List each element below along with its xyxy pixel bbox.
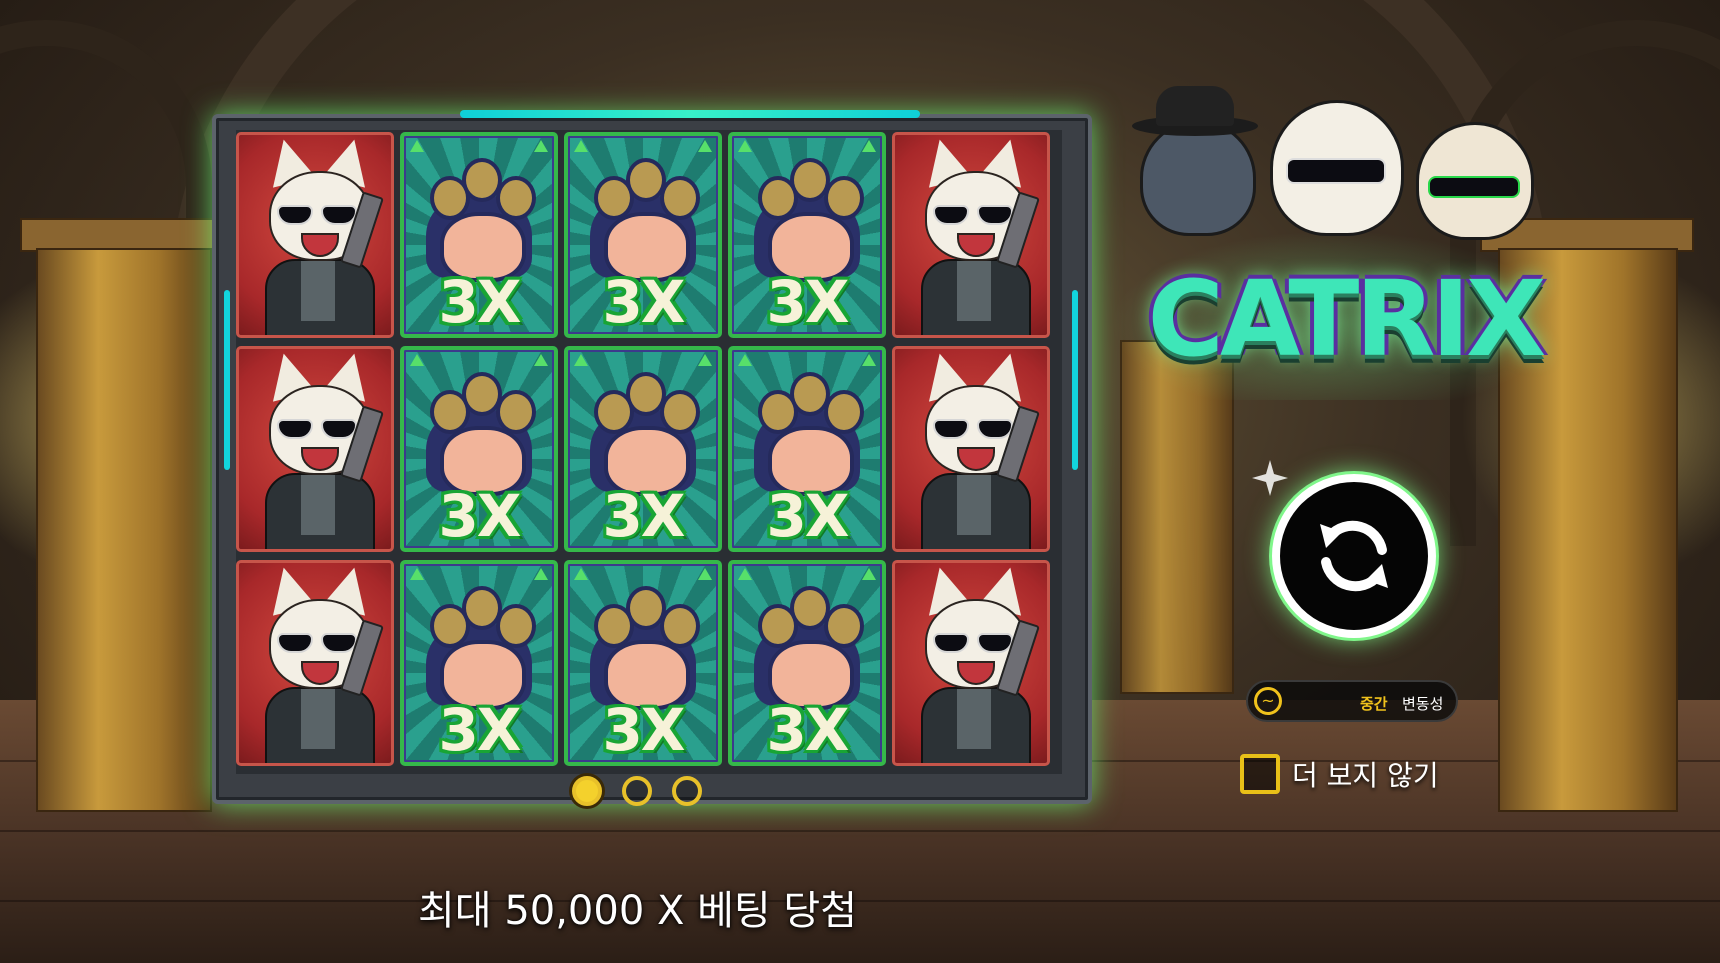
pagination-dot[interactable] (672, 776, 702, 806)
cat-agent-symbol (236, 346, 394, 552)
refresh-icon (1320, 520, 1388, 592)
paw-multiplier-symbol: 3X (400, 132, 558, 338)
sunglasses-icon (1286, 158, 1386, 184)
reel-frame-side-right (1072, 290, 1078, 470)
paw-multiplier-symbol: 3X (728, 346, 886, 552)
paw-multiplier-symbol: 3X (728, 560, 886, 766)
dont-show-again-checkbox[interactable] (1240, 754, 1280, 794)
volatility-level: 중간 (1360, 695, 1388, 713)
sparkle-icon (1252, 460, 1288, 496)
volatility-label: 변동성 (1402, 695, 1444, 713)
cat-agent-symbol (236, 132, 394, 338)
reel-frame-top-bar (460, 110, 920, 118)
paw-multiplier-symbol: 3X (728, 132, 886, 338)
cat-agent-symbol (236, 560, 394, 766)
logo-cat-gray (1140, 120, 1256, 236)
pagination-dot[interactable] (622, 776, 652, 806)
multiplier-label: 3X (438, 482, 521, 550)
reel-grid: 3X 3X 3X 3X 3X 3X 3X 3X 3X (236, 130, 1062, 774)
multiplier-label: 3X (602, 696, 685, 764)
paw-multiplier-symbol: 3X (400, 346, 558, 552)
fedora-crown (1156, 86, 1234, 126)
multiplier-label: 3X (766, 268, 849, 336)
spin-button[interactable] (1272, 474, 1436, 638)
paw-multiplier-symbol: 3X (400, 560, 558, 766)
multiplier-label: 3X (766, 482, 849, 550)
pillar-cap-left (20, 218, 230, 252)
game-logo: CATRIX (1110, 80, 1560, 400)
multiplier-label: 3X (602, 268, 685, 336)
preview-pagination (572, 776, 702, 812)
volatility-indicator: ~ 중간 변동성 (1246, 680, 1458, 722)
dont-show-again-toggle[interactable]: 더 보지 않기 (1240, 750, 1439, 798)
dont-show-again-label: 더 보지 않기 (1292, 759, 1439, 792)
cat-agent-symbol (892, 132, 1050, 338)
logo-title: CATRIX (1147, 258, 1547, 380)
multiplier-label: 3X (438, 268, 521, 336)
volatility-icon: ~ (1254, 687, 1282, 715)
green-sunglasses-icon (1428, 176, 1520, 198)
paw-multiplier-symbol: 3X (564, 346, 722, 552)
reel-frame-side-left (224, 290, 230, 470)
multiplier-label: 3X (602, 482, 685, 550)
paw-multiplier-symbol: 3X (564, 132, 722, 338)
multiplier-label: 3X (766, 696, 849, 764)
pagination-dot[interactable] (572, 776, 602, 806)
cat-agent-symbol (892, 346, 1050, 552)
max-win-caption: 최대 50,000 X 베팅 당첨 (418, 888, 858, 934)
cat-agent-symbol (892, 560, 1050, 766)
multiplier-label: 3X (438, 696, 521, 764)
pillar-left (36, 248, 212, 812)
paw-multiplier-symbol: 3X (564, 560, 722, 766)
